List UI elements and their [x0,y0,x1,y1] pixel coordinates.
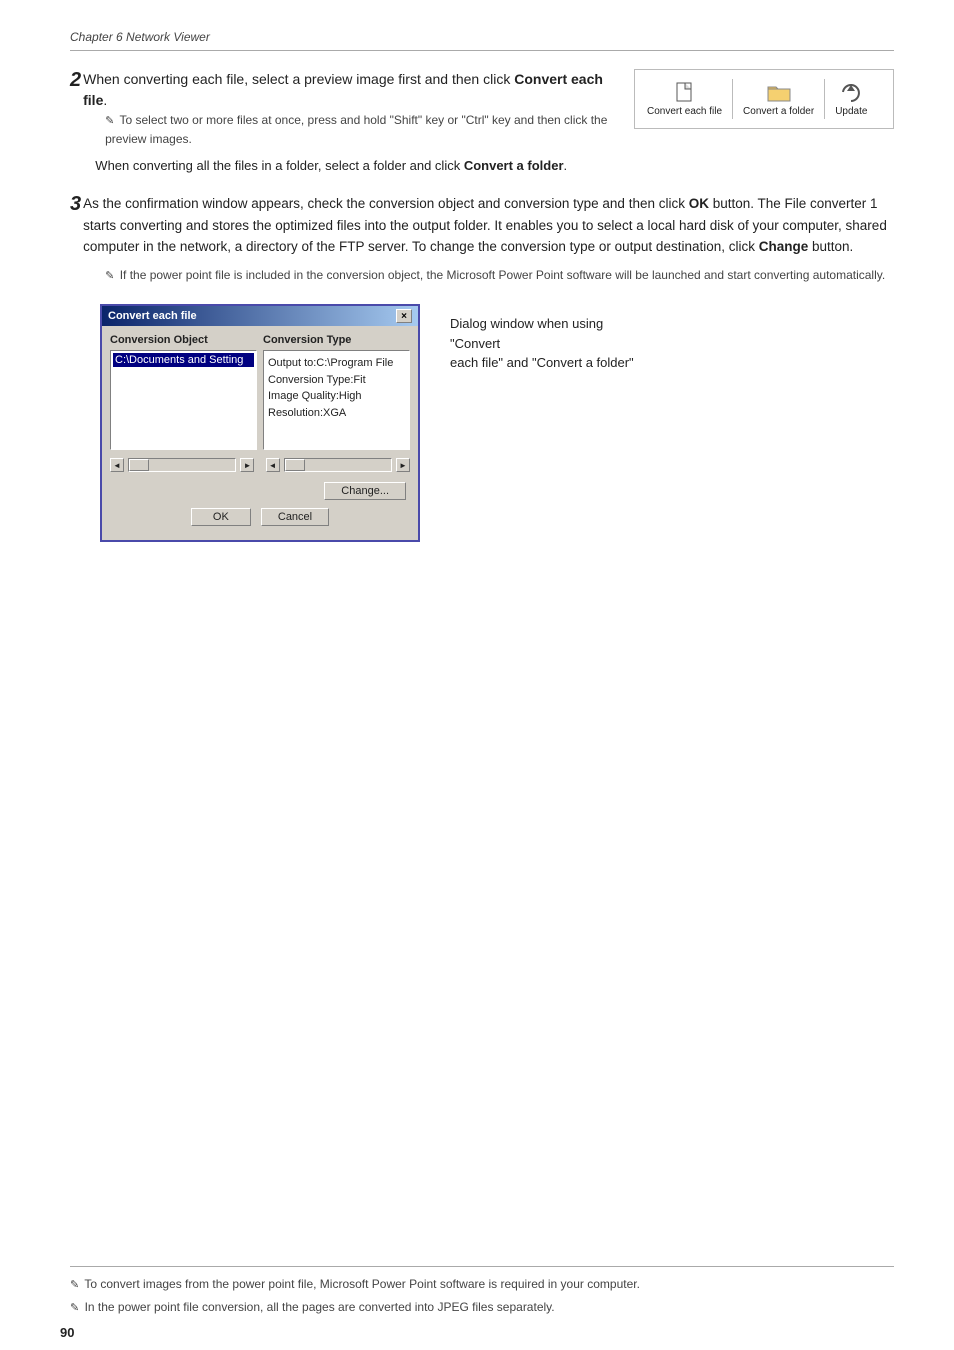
win-change-button[interactable]: Change... [324,482,406,500]
step3-section: 3 As the confirmation window appears, ch… [70,193,894,284]
step2-number: 2 [70,69,81,92]
win-col2-line4: Resolution:XGA [268,405,405,422]
win-footer-row: OK Cancel [110,504,410,532]
scroll-left-arrow2[interactable]: ◄ [266,458,280,472]
step2-note1-text: To select two or more files at once, pre… [105,113,607,146]
toolbar-item-convert-folder-label: Convert a folder [743,106,814,117]
scroll-left-arrow1[interactable]: ◄ [110,458,124,472]
win-col1-listbox[interactable]: C:\Documents and Setting [110,350,257,450]
step2-row: 2 When converting each file, select a pr… [70,69,614,148]
step2-note1: ✎ To select two or more files at once, p… [105,111,614,148]
scrollbar2[interactable] [284,458,392,472]
dialog-area: Convert each file × Conversion Object C:… [100,304,894,542]
scroll-right-arrow2[interactable]: ► [396,458,410,472]
step3-main: As the confirmation window appears, chec… [83,193,894,258]
win-col1-header: Conversion Object [110,334,257,346]
win-col1-item: C:\Documents and Setting [113,353,254,367]
win-change-row: Change... [110,478,410,504]
convert-folder-icon [765,81,793,103]
page-number: 90 [60,1325,74,1340]
win-cancel-button[interactable]: Cancel [261,508,329,526]
toolbar-box: Convert each file Convert a folder [634,69,894,129]
win-col2-line2: Conversion Type:Fit [268,372,405,389]
scroll-thumb2[interactable] [285,459,305,471]
footer-note1-text: To convert images from the power point f… [84,1277,640,1291]
chapter-title: Chapter 6 Network Viewer [70,30,210,44]
toolbar-item-convert-folder[interactable]: Convert a folder [743,81,814,117]
step3-note-text: If the power point file is included in t… [120,268,886,282]
page: Chapter 6 Network Viewer 2 When converti… [0,0,954,1350]
step3-number: 3 [70,193,81,216]
scroll-thumb1[interactable] [129,459,149,471]
win-col2-line1: Output to:C:\Program File [268,355,405,372]
dialog-caption-line1: Dialog window when using "Convert [450,316,603,351]
win-titlebar: Convert each file × [102,306,418,326]
footer-note2-text: In the power point file conversion, all … [85,1300,555,1314]
step3-ok: OK [689,196,709,211]
footer-area: ✎ To convert images from the power point… [70,1266,894,1320]
toolbar-item-convert-each[interactable]: Convert each file [647,81,722,117]
dialog-caption-line2: each file" and "Convert a folder" [450,355,634,370]
scrollbar-row: ◄ ► ◄ ► [110,458,410,472]
step2-main: When converting each file, select a prev… [83,69,614,111]
win-columns: Conversion Object C:\Documents and Setti… [110,334,410,450]
footer-note1: ✎ To convert images from the power point… [70,1275,894,1294]
step2-main-text: When converting each file, select a prev… [83,71,514,87]
toolbar-item-convert-each-label: Convert each file [647,106,722,117]
step3-note: ✎ If the power point file is included in… [105,266,894,285]
dialog-caption: Dialog window when using "Convert each f… [450,304,650,373]
toolbar-item-update[interactable]: Update [835,81,867,117]
step2-container: 2 When converting each file, select a pr… [70,69,894,175]
footer-note2: ✎ In the power point file conversion, al… [70,1298,894,1317]
step3-change: Change [759,239,809,254]
scrollbar1[interactable] [128,458,236,472]
step3-note-icon: ✎ [105,268,114,285]
step3-row: 3 As the confirmation window appears, ch… [70,193,894,284]
footer-note1-icon: ✎ [70,1277,79,1294]
step2-para-start: When converting all the files in a folde… [95,158,464,173]
step2-content: When converting each file, select a prev… [83,69,614,148]
win-body: Conversion Object C:\Documents and Setti… [102,326,418,540]
win-col2-line3: Image Quality:High [268,388,405,405]
toolbar-divider2 [824,79,825,119]
step3-content: As the confirmation window appears, chec… [83,193,894,284]
toolbar-divider1 [732,79,733,119]
win-close-button[interactable]: × [396,309,412,323]
win-dialog-title: Convert each file [108,310,197,322]
close-icon: × [401,311,407,322]
convert-each-icon [671,81,699,103]
step2-period: . [103,92,107,108]
footer-note2-icon: ✎ [70,1300,79,1317]
win-ok-button[interactable]: OK [191,508,251,526]
step2-text: 2 When converting each file, select a pr… [70,69,634,175]
win-dialog: Convert each file × Conversion Object C:… [100,304,420,542]
update-icon [837,81,865,103]
win-col2-listbox[interactable]: Output to:C:\Program File Conversion Typ… [263,350,410,450]
scroll-right-arrow1[interactable]: ► [240,458,254,472]
win-col2-header: Conversion Type [263,334,410,346]
win-col1: Conversion Object C:\Documents and Setti… [110,334,257,450]
step2-note-icon: ✎ [105,113,114,130]
step2-paragraph: When converting all the files in a folde… [70,156,614,176]
step3-text-before-ok: As the confirmation window appears, chec… [83,196,689,211]
step3-text-end: button. [808,239,853,254]
step2-para-end: . [564,158,568,173]
win-col2: Conversion Type Output to:C:\Program Fil… [263,334,410,450]
toolbar-item-update-label: Update [835,106,867,117]
step2-para-bold: Convert a folder [464,158,564,173]
chapter-header: Chapter 6 Network Viewer [70,30,894,51]
win-col2-detail: Output to:C:\Program File Conversion Typ… [266,353,407,423]
